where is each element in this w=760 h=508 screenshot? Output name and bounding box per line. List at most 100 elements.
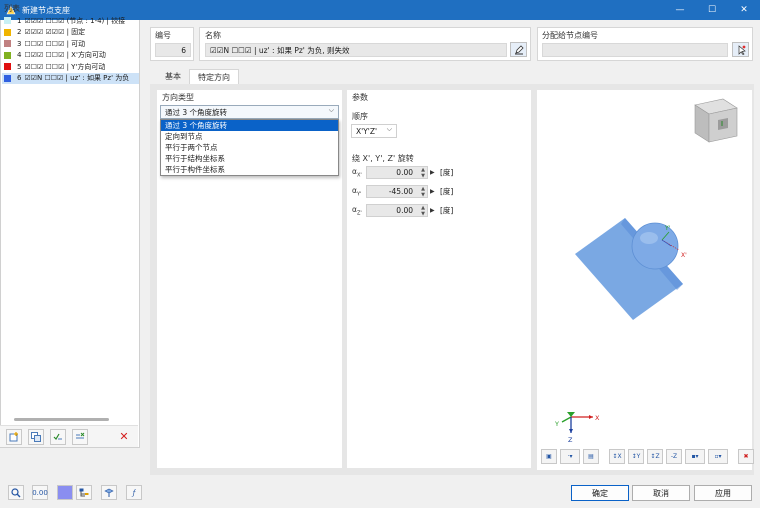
assign-label: 分配给节点编号 bbox=[542, 31, 598, 40]
unit-label: [度] bbox=[440, 168, 454, 177]
dropdown-option[interactable]: 定向到节点 bbox=[161, 131, 338, 142]
delete-icon[interactable]: ✕ bbox=[116, 429, 132, 445]
list-toolbar: ✕ bbox=[0, 425, 138, 447]
support-list: 1 ☑☑☑ ☐☐☑ (节点 : 1-4) | 铰接 2 ☑☑☑ ☑☑☑ | 固定… bbox=[2, 15, 139, 84]
unit-label: [度] bbox=[440, 187, 454, 196]
render-mode-icon[interactable]: ▣ bbox=[541, 449, 557, 464]
item-label: ☑☑☑ ☐☐☑ (节点 : 1-4) | 铰接 bbox=[24, 16, 126, 25]
item-number: 4 bbox=[17, 51, 22, 60]
view-iso-icon[interactable]: -Z bbox=[666, 449, 682, 464]
check-all-icon[interactable] bbox=[50, 428, 66, 445]
item-label: ☐☑☑ ☐☐☑ | X'方向可动 bbox=[24, 51, 106, 60]
item-number: 6 bbox=[17, 74, 22, 83]
alpha-z-input[interactable]: 0.00 ▲ ▼ bbox=[366, 204, 428, 217]
tree-icon[interactable] bbox=[76, 485, 92, 500]
tab-basic[interactable]: 基本 bbox=[157, 69, 189, 84]
color-swatch bbox=[4, 74, 11, 82]
view-cube-icon[interactable] bbox=[694, 98, 738, 143]
alpha-y-symbol: αY' bbox=[352, 185, 362, 198]
color-icon[interactable] bbox=[57, 485, 73, 500]
spin-arrows-icon[interactable]: ▲ ▼ bbox=[421, 205, 425, 217]
preview-3d-view[interactable]: X' Y' X Y Z bbox=[537, 90, 752, 470]
order-select[interactable]: X'Y'Z' ⌵ bbox=[351, 124, 397, 138]
axis-z-label: Z bbox=[568, 436, 573, 444]
rotation-label: 绕 X', Y', Z' 旋转 bbox=[352, 154, 414, 163]
list-panel: 列表 1 ☑☑☑ ☐☐☑ (节点 : 1-4) | 铰接 2 ☑☑☑ ☑☑☑ |… bbox=[0, 0, 140, 448]
local-y-label: Y' bbox=[664, 225, 671, 232]
step-right-icon[interactable]: ▶ bbox=[430, 207, 436, 214]
render-dropdown-icon[interactable]: ·▾ bbox=[560, 449, 580, 464]
alpha-z-symbol: αZ' bbox=[352, 204, 362, 217]
list-item[interactable]: 4 ☐☑☑ ☐☐☑ | X'方向可动 bbox=[2, 50, 139, 62]
list-item[interactable]: 3 ☐☐☑ ☐☐☑ | 可动 bbox=[2, 38, 139, 50]
spin-arrows-icon[interactable]: ▲ ▼ bbox=[421, 167, 425, 179]
minimize-button[interactable]: — bbox=[664, 0, 696, 20]
direction-type-select[interactable]: 通过 3 个角度旋转 ⌵ bbox=[160, 105, 339, 119]
parameters-label: 参数 bbox=[352, 93, 368, 102]
display-options-icon[interactable]: ▤ bbox=[583, 449, 599, 464]
local-x-label: X' bbox=[681, 252, 687, 259]
support-plane-shape bbox=[575, 218, 683, 320]
cancel-button[interactable]: 取消 bbox=[632, 485, 690, 501]
item-label: ☑☑☑ ☑☑☑ | 固定 bbox=[24, 28, 86, 37]
number-label: 编号 bbox=[155, 31, 171, 40]
bottom-bar: 0.00 ƒ 确定 取消 应用 bbox=[0, 478, 760, 508]
ok-button[interactable]: 确定 bbox=[571, 485, 629, 501]
list-item[interactable]: 1 ☑☑☑ ☐☐☑ (节点 : 1-4) | 铰接 bbox=[2, 15, 139, 27]
step-right-icon[interactable]: ▶ bbox=[430, 188, 436, 195]
reset-view-icon[interactable]: ✖ bbox=[738, 449, 754, 464]
item-number: 1 bbox=[17, 16, 22, 25]
number-field[interactable]: 6 bbox=[155, 43, 191, 57]
horizontal-scrollbar[interactable] bbox=[14, 418, 109, 421]
pick-nodes-icon[interactable] bbox=[732, 42, 749, 57]
parameters-panel bbox=[347, 90, 531, 468]
alpha-x-input[interactable]: 0.00 ▲ ▼ bbox=[366, 166, 428, 179]
edit-name-icon[interactable] bbox=[510, 42, 527, 57]
rotation-row-y: αY' -45.00 ▲ ▼ ▶ [度] bbox=[352, 185, 453, 198]
view-y-icon[interactable]: ↕Y bbox=[628, 449, 644, 464]
direction-type-value: 通过 3 个角度旋转 bbox=[165, 107, 228, 117]
dropdown-option[interactable]: 通过 3 个角度旋转 bbox=[161, 120, 338, 131]
alpha-x-symbol: αX' bbox=[352, 166, 362, 179]
spin-arrows-icon[interactable]: ▲ ▼ bbox=[421, 186, 425, 198]
color-swatch bbox=[4, 28, 11, 36]
view-x-icon[interactable]: ↕X bbox=[609, 449, 625, 464]
direction-label: 方向类型 bbox=[162, 93, 194, 102]
item-number: 5 bbox=[17, 62, 22, 71]
model-icon[interactable] bbox=[101, 485, 117, 500]
alpha-z-value: 0.00 bbox=[396, 206, 413, 215]
chevron-down-icon: ⌵ bbox=[328, 106, 334, 114]
list-item[interactable]: 2 ☑☑☑ ☑☑☑ | 固定 bbox=[2, 27, 139, 39]
assign-group: 分配给节点编号 bbox=[537, 27, 753, 61]
dropdown-option[interactable]: 平行于两个节点 bbox=[161, 142, 338, 153]
axis-x-label: X bbox=[595, 414, 600, 422]
assign-nodes-field[interactable] bbox=[542, 43, 728, 57]
number-group: 编号 6 bbox=[150, 27, 194, 61]
axis-y-label: Y bbox=[554, 420, 559, 428]
view-z-icon[interactable]: ↕Z bbox=[647, 449, 663, 464]
dropdown-option[interactable]: 平行于构件坐标系 bbox=[161, 164, 338, 175]
step-right-icon[interactable]: ▶ bbox=[430, 169, 436, 176]
apply-button[interactable]: 应用 bbox=[694, 485, 752, 501]
add-new-icon[interactable] bbox=[6, 428, 22, 445]
name-field[interactable]: ☑☑N ☐☐☑ | uz' : 如果 Pz' 为负, 则失效 bbox=[205, 43, 507, 57]
dropdown-option[interactable]: 平行于结构坐标系 bbox=[161, 153, 338, 164]
search-icon[interactable] bbox=[8, 485, 24, 500]
formula-icon[interactable]: ƒ bbox=[126, 485, 142, 500]
list-item-selected[interactable]: 6 ☑☑N ☐☐☑ | uz' : 如果 Pz' 为负 bbox=[2, 72, 139, 84]
color-swatch bbox=[4, 63, 11, 71]
view-dropdown-2-icon[interactable]: ▫▾ bbox=[708, 449, 728, 464]
value-icon[interactable]: 0.00 bbox=[32, 485, 48, 500]
uncheck-icon[interactable] bbox=[72, 428, 88, 445]
tab-specific-direction[interactable]: 特定方向 bbox=[189, 69, 239, 84]
close-button[interactable]: ✕ bbox=[728, 0, 760, 20]
list-title: 列表 bbox=[4, 4, 20, 13]
view-dropdown-icon[interactable]: ▪▾ bbox=[685, 449, 705, 464]
rotation-row-x: αX' 0.00 ▲ ▼ ▶ [度] bbox=[352, 166, 453, 179]
alpha-y-input[interactable]: -45.00 ▲ ▼ bbox=[366, 185, 428, 198]
item-number: 3 bbox=[17, 39, 22, 48]
maximize-button[interactable]: ☐ bbox=[696, 0, 728, 20]
copy-icon[interactable] bbox=[28, 428, 44, 445]
chevron-down-icon: ⌵ bbox=[386, 125, 392, 133]
list-item[interactable]: 5 ☑☐☑ ☐☐☑ | Y'方向可动 bbox=[2, 61, 139, 73]
